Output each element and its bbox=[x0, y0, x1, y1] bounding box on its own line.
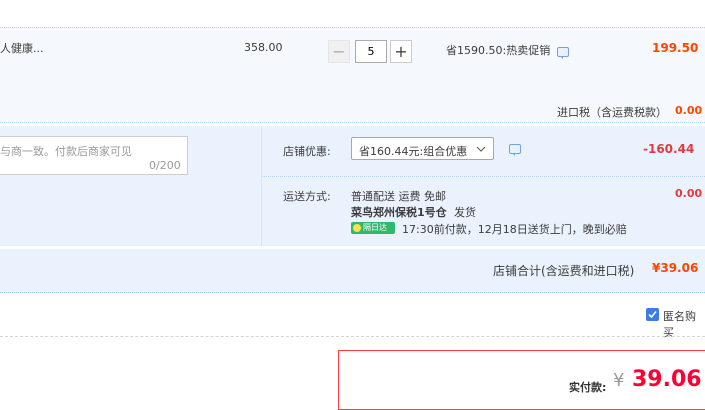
import-tax-value: 0.00 bbox=[675, 104, 703, 117]
shipping-method: 普通配送 运费 免邮 bbox=[351, 190, 446, 203]
item-promo-text: 省1590.50:热卖促销 bbox=[446, 44, 551, 57]
discount-info-icon[interactable] bbox=[509, 144, 521, 156]
next-day-badge: 隔日达 bbox=[351, 222, 395, 234]
import-tax-label: 进口税（含运费税款） bbox=[557, 106, 667, 119]
ship-from-text: 发货 bbox=[454, 206, 476, 219]
dashed-separator bbox=[0, 336, 705, 337]
quantity-stepper: − + bbox=[328, 40, 415, 64]
shop-discount-label: 店铺优惠: bbox=[283, 145, 331, 158]
item-unit-price: 358.00 bbox=[244, 41, 283, 54]
checkmark-icon bbox=[648, 310, 657, 319]
anonymous-purchase-checkbox[interactable] bbox=[646, 308, 659, 321]
chat-icon[interactable] bbox=[557, 47, 569, 59]
next-day-badge-label: 隔日达 bbox=[363, 223, 387, 232]
message-char-counter: 0/200 bbox=[149, 159, 181, 172]
shipping-cost: 0.00 bbox=[675, 187, 703, 200]
clock-icon bbox=[353, 224, 361, 232]
warehouse-name: 菜鸟郑州保税1号仓 bbox=[351, 206, 447, 219]
section-divider bbox=[262, 176, 705, 177]
payment-currency: ¥ bbox=[613, 370, 625, 391]
shop-total-value: ¥39.06 bbox=[652, 261, 699, 275]
quantity-input[interactable] bbox=[355, 40, 387, 63]
shop-total-label: 店铺合计(含运费和进口税) bbox=[493, 264, 635, 278]
increase-quantity-button[interactable]: + bbox=[390, 40, 412, 63]
panel-divider bbox=[261, 126, 262, 246]
payment-amount: 39.06 bbox=[632, 367, 702, 392]
shop-discount-value: -160.44 bbox=[643, 142, 695, 156]
payment-label: 实付款: bbox=[569, 381, 607, 394]
shop-discount-selected: 省160.44元:组合优惠 bbox=[359, 145, 468, 158]
decrease-quantity-button[interactable]: − bbox=[328, 40, 350, 63]
chevron-down-icon bbox=[476, 146, 486, 152]
shop-discount-select[interactable]: 省160.44元:组合优惠 bbox=[351, 137, 494, 160]
message-placeholder: 与商一致。付款后商家可见 bbox=[0, 145, 132, 158]
item-name[interactable]: 人健康... bbox=[0, 40, 44, 56]
item-subtotal: 199.50 bbox=[652, 41, 699, 55]
delivery-promise: 17:30前付款，12月18日送货上门，晚到必赔 bbox=[402, 223, 627, 236]
shipping-label: 运送方式: bbox=[283, 190, 331, 203]
